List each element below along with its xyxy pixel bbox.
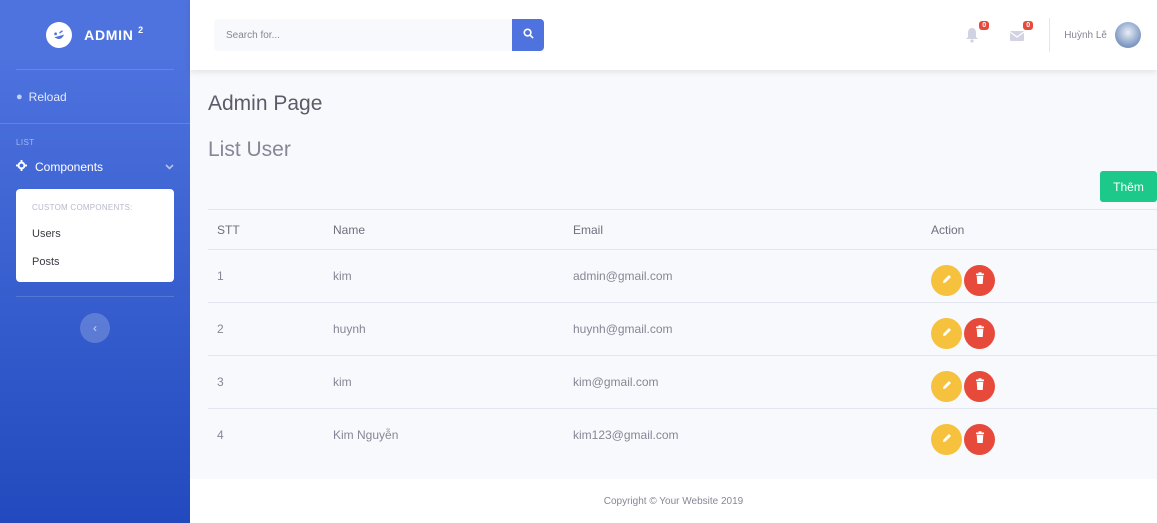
cell-name: kim: [324, 355, 564, 409]
search-input[interactable]: [214, 19, 512, 51]
cell-stt: 1: [208, 249, 324, 303]
cell-stt: 3: [208, 355, 324, 409]
column-header-stt: STT: [208, 209, 324, 250]
laugh-wink-icon: [43, 18, 76, 51]
search-form: [214, 19, 544, 51]
sidebar-item-label: Reload: [28, 89, 67, 104]
submenu-header: CUSTOM COMPONENTS:: [32, 203, 133, 212]
page-title: Admin Page: [208, 92, 323, 115]
brand-name: ADMIN 2: [84, 24, 144, 43]
cell-action: [922, 355, 1157, 409]
topbar: 0 0 Huỳnh Lê: [190, 0, 1157, 70]
sidebar: ADMIN 2 ● Reload LIST Components CUSTOM …: [0, 0, 190, 523]
table-row: 1 kim admin@gmail.com: [208, 249, 1157, 303]
trash-icon: [974, 431, 986, 447]
cell-stt: 4: [217, 428, 224, 443]
table-row: 4 Kim Nguyễn kim123@gmail.com: [208, 409, 1157, 462]
cell-name: kim: [324, 249, 564, 303]
cell-email: admin@gmail.com: [564, 249, 922, 303]
bell-icon: [965, 28, 979, 47]
submenu-item-posts[interactable]: Posts: [16, 248, 174, 276]
chevron-down-icon: [165, 162, 174, 173]
cell-email: huynh@gmail.com: [564, 302, 922, 356]
alerts-dropdown[interactable]: 0: [965, 21, 990, 43]
sidebar-divider: [16, 296, 174, 297]
delete-button[interactable]: [964, 317, 995, 349]
edit-button[interactable]: [931, 423, 962, 455]
chevron-left-icon: ‹: [93, 321, 97, 335]
messages-dropdown[interactable]: 0: [1009, 21, 1034, 43]
envelope-icon: [1009, 30, 1025, 47]
avatar[interactable]: [1115, 22, 1141, 48]
cell-stt: 2: [208, 302, 324, 356]
messages-badge: 0: [1023, 21, 1034, 30]
alerts-badge: 0: [979, 21, 990, 30]
components-submenu: CUSTOM COMPONENTS: Users Posts: [16, 189, 174, 282]
trash-icon: [974, 378, 986, 394]
edit-button[interactable]: [931, 370, 962, 402]
column-header-email: Email: [564, 209, 922, 250]
user-name[interactable]: Huỳnh Lê: [1064, 30, 1107, 41]
delete-button[interactable]: [964, 423, 995, 455]
delete-button[interactable]: [964, 370, 995, 402]
cell-email: kim123@gmail.com: [573, 428, 679, 443]
sidebar-item-components[interactable]: Components: [0, 153, 190, 181]
search-button[interactable]: [512, 19, 544, 51]
cell-action: [922, 302, 1157, 356]
sidebar-item-label: Components: [35, 160, 104, 174]
submenu-item-users[interactable]: Users: [16, 220, 174, 248]
gear-icon: [16, 160, 27, 174]
pencil-icon: [941, 273, 953, 288]
sidebar-brand[interactable]: ADMIN 2: [16, 0, 174, 70]
delete-button[interactable]: [964, 264, 995, 296]
pencil-icon: [941, 379, 953, 394]
cell-action: [922, 409, 1157, 462]
sidebar-toggle-button[interactable]: ‹: [80, 313, 110, 343]
footer: Copyright © Your Website 2019: [190, 479, 1157, 523]
trash-icon: [974, 272, 986, 288]
tachometer-icon: ●: [16, 90, 23, 103]
copyright-text: Copyright © Your Website 2019: [603, 495, 744, 507]
table-header-row: STT Name Email Action: [208, 209, 1157, 250]
edit-button[interactable]: [931, 317, 962, 349]
sidebar-item-reload[interactable]: ● Reload: [0, 70, 190, 124]
topbar-divider: [1049, 18, 1051, 52]
column-header-name: Name: [324, 209, 564, 250]
section-title: List User: [208, 138, 291, 161]
search-icon: [522, 26, 534, 44]
cell-name: Kim Nguyễn: [333, 428, 399, 443]
table-row: 3 kim kim@gmail.com: [208, 355, 1157, 409]
sidebar-heading: LIST: [16, 138, 35, 147]
topbar-right: 0 0 Huỳnh Lê: [951, 0, 1157, 70]
users-table: STT Name Email Action 1 kim admin@gmail.…: [208, 209, 1157, 462]
add-user-button[interactable]: Thêm: [1100, 171, 1157, 202]
trash-icon: [974, 325, 986, 341]
cell-name: huynh: [324, 302, 564, 356]
cell-email: kim@gmail.com: [564, 355, 922, 409]
column-header-action: Action: [922, 209, 1157, 250]
table-row: 2 huynh huynh@gmail.com: [208, 302, 1157, 356]
edit-button[interactable]: [931, 264, 962, 296]
cell-action: [922, 249, 1157, 303]
pencil-icon: [941, 326, 953, 341]
pencil-icon: [941, 432, 953, 447]
